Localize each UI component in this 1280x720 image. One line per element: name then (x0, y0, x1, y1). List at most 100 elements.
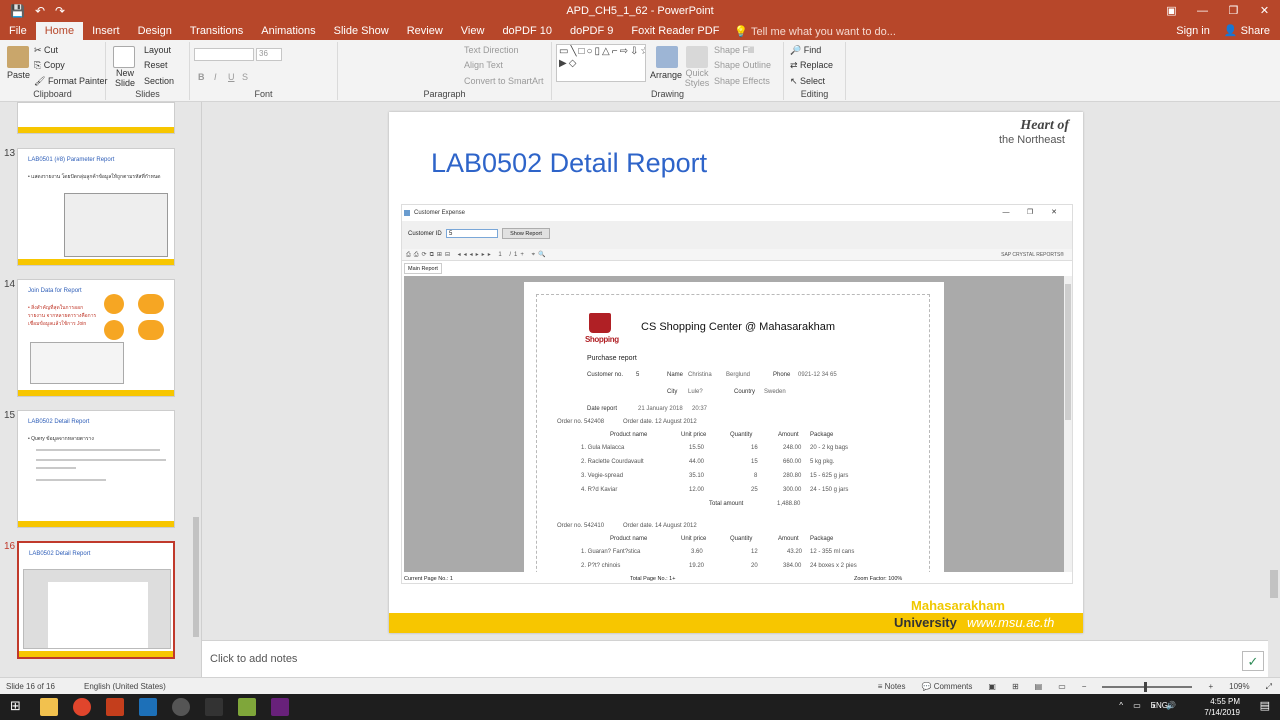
reset-button[interactable]: Reset (144, 60, 168, 70)
tab-insert[interactable]: Insert (83, 22, 129, 40)
shape-effects-button[interactable]: Shape Effects (714, 76, 770, 86)
current-slide[interactable]: Heart of the Northeast LAB0502 Detail Re… (389, 112, 1083, 633)
zoom-slider-thumb[interactable] (1144, 681, 1148, 692)
customer-no-label: Customer no. (587, 372, 624, 378)
header-package: Package (810, 536, 834, 542)
shape-fill-button[interactable]: Shape Fill (714, 45, 754, 55)
windows-start-icon[interactable]: ⊞ (10, 698, 21, 714)
system-tray-icons[interactable]: ^ ▭ ◑ 🔊 (1119, 701, 1180, 710)
tab-slide-show[interactable]: Slide Show (325, 22, 398, 40)
slide-thumbnail-14[interactable]: Join Data for Report • สิ่งสำคัญที่สุดใน… (17, 279, 175, 397)
slide-thumbnail-12[interactable] (17, 102, 175, 134)
tab-review[interactable]: Review (398, 22, 452, 40)
zoom-in-icon[interactable]: + (1208, 678, 1213, 695)
footer-mahasarakham: Mahasarakham (911, 598, 1005, 613)
thumbnail-scrollbar[interactable] (191, 102, 201, 677)
ribbon-display-icon[interactable]: ▣ (1156, 0, 1187, 22)
arrange-icon[interactable] (656, 46, 678, 68)
redo-icon[interactable]: ↷ (55, 4, 65, 18)
share-button[interactable]: 👤 Share (1224, 22, 1270, 40)
undo-icon[interactable]: ↶ (35, 4, 45, 18)
tab-dopdf10[interactable]: doPDF 10 (493, 22, 561, 40)
header-amount: Amount (778, 536, 799, 542)
slide-title[interactable]: LAB0502 Detail Report (431, 148, 707, 179)
tool-icon[interactable] (238, 698, 256, 716)
section-button[interactable]: Section (144, 76, 174, 86)
paste-button[interactable]: Paste (7, 70, 30, 80)
notes-pane[interactable]: Click to add notes ✓ (202, 640, 1268, 677)
thumb-screenshot (64, 193, 168, 257)
font-size-box[interactable]: 36 (256, 48, 282, 61)
restore-button[interactable]: ❐ (1218, 0, 1249, 22)
chrome-icon[interactable] (73, 698, 91, 716)
strikethrough-button[interactable]: S (242, 72, 248, 82)
view-reading-icon[interactable]: ▤ (1035, 678, 1043, 695)
fit-slide-icon[interactable]: ⤢ (1266, 678, 1272, 695)
outlook-icon[interactable] (139, 698, 157, 716)
tab-foxit[interactable]: Foxit Reader PDF (622, 22, 728, 40)
header-product: Product name (610, 536, 648, 542)
bold-button[interactable]: B (198, 72, 205, 82)
replace-button[interactable]: ⇄ Replace (790, 60, 833, 71)
view-slideshow-icon[interactable]: ▭ (1058, 678, 1066, 695)
tab-home[interactable]: Home (35, 22, 84, 40)
app-icon[interactable] (172, 698, 190, 716)
select-button[interactable]: ↖ Select (790, 76, 825, 87)
minimize-button[interactable]: — (1187, 0, 1218, 22)
tab-animations[interactable]: Animations (252, 22, 324, 40)
new-slide-icon[interactable] (113, 46, 135, 68)
notes-toggle[interactable]: ≡ Notes (878, 678, 906, 695)
quick-styles-icon[interactable] (686, 46, 708, 68)
view-normal-icon[interactable]: ▣ (988, 678, 996, 695)
tab-transitions[interactable]: Transitions (181, 22, 252, 40)
slide-thumbnail-13[interactable]: LAB0501 (#8) Parameter Report • แสดงรายง… (17, 148, 175, 266)
clock[interactable]: 4:55 PM 7/14/2019 (1204, 696, 1240, 718)
scroll-thumb[interactable] (193, 517, 199, 637)
convert-smartart-button[interactable]: Convert to SmartArt (464, 76, 544, 86)
tab-view[interactable]: View (452, 22, 494, 40)
sign-in-link[interactable]: Sign in (1176, 22, 1210, 40)
language-indicator[interactable]: English (United States) (84, 678, 166, 695)
format-painter-button[interactable]: 🖌 Format Painter (34, 76, 107, 87)
language-indicator-taskbar[interactable]: ENG (1151, 701, 1168, 710)
arrange-button[interactable]: Arrange (650, 70, 682, 80)
tab-file[interactable]: File (0, 22, 36, 40)
find-button[interactable]: 🔎 Find (790, 45, 821, 56)
tell-me-input[interactable]: 💡 Tell me what you want to do... (734, 25, 895, 38)
row-qty: 16 (751, 445, 758, 451)
main-scrollbar[interactable] (1268, 102, 1280, 677)
notification-icon[interactable]: ▤ (1260, 699, 1270, 712)
shape-outline-button[interactable]: Shape Outline (714, 60, 771, 70)
font-name-box[interactable] (194, 48, 254, 61)
tab-dopdf9[interactable]: doPDF 9 (561, 22, 622, 40)
align-text-button[interactable]: Align Text (464, 60, 503, 70)
zoom-slider[interactable] (1102, 681, 1193, 692)
comments-toggle[interactable]: 💬 Comments (922, 678, 973, 695)
zoom-out-icon[interactable]: − (1082, 678, 1087, 695)
new-slide-button[interactable]: New Slide (112, 68, 138, 88)
scroll-thumb[interactable] (1270, 570, 1278, 598)
powerpoint-icon[interactable] (106, 698, 124, 716)
country-value: Sweden (764, 389, 786, 395)
italic-button[interactable]: I (214, 72, 217, 82)
zoom-level[interactable]: 109% (1229, 678, 1249, 695)
shapes-gallery[interactable]: ▭╲□○▯△⌐⇨⇩☆{}▶◇ (556, 44, 646, 82)
layout-button[interactable]: Layout (144, 45, 171, 55)
copy-button[interactable]: ⎘ Copy (34, 60, 65, 71)
slide-thumbnail-16[interactable]: LAB0502 Detail Report (17, 541, 175, 659)
xampp-icon[interactable] (205, 698, 223, 716)
file-explorer-icon[interactable] (40, 698, 58, 716)
check-icon[interactable]: ✓ (1242, 651, 1264, 671)
save-icon[interactable]: 💾 (10, 4, 25, 18)
tab-design[interactable]: Design (129, 22, 181, 40)
visual-studio-icon[interactable] (271, 698, 289, 716)
underline-button[interactable]: U (228, 72, 235, 82)
notes-placeholder[interactable]: Click to add notes (210, 653, 297, 665)
quick-styles-button[interactable]: Quick Styles (682, 68, 712, 88)
text-direction-button[interactable]: Text Direction (464, 45, 519, 55)
view-sorter-icon[interactable]: ⊞ (1012, 678, 1019, 695)
slide-thumbnail-15[interactable]: LAB0502 Detail Report • Query ข้อมูลจากห… (17, 410, 175, 528)
close-button[interactable]: ✕ (1249, 0, 1280, 22)
paste-icon[interactable] (7, 46, 29, 68)
cut-button[interactable]: ✂ Cut (34, 45, 58, 56)
